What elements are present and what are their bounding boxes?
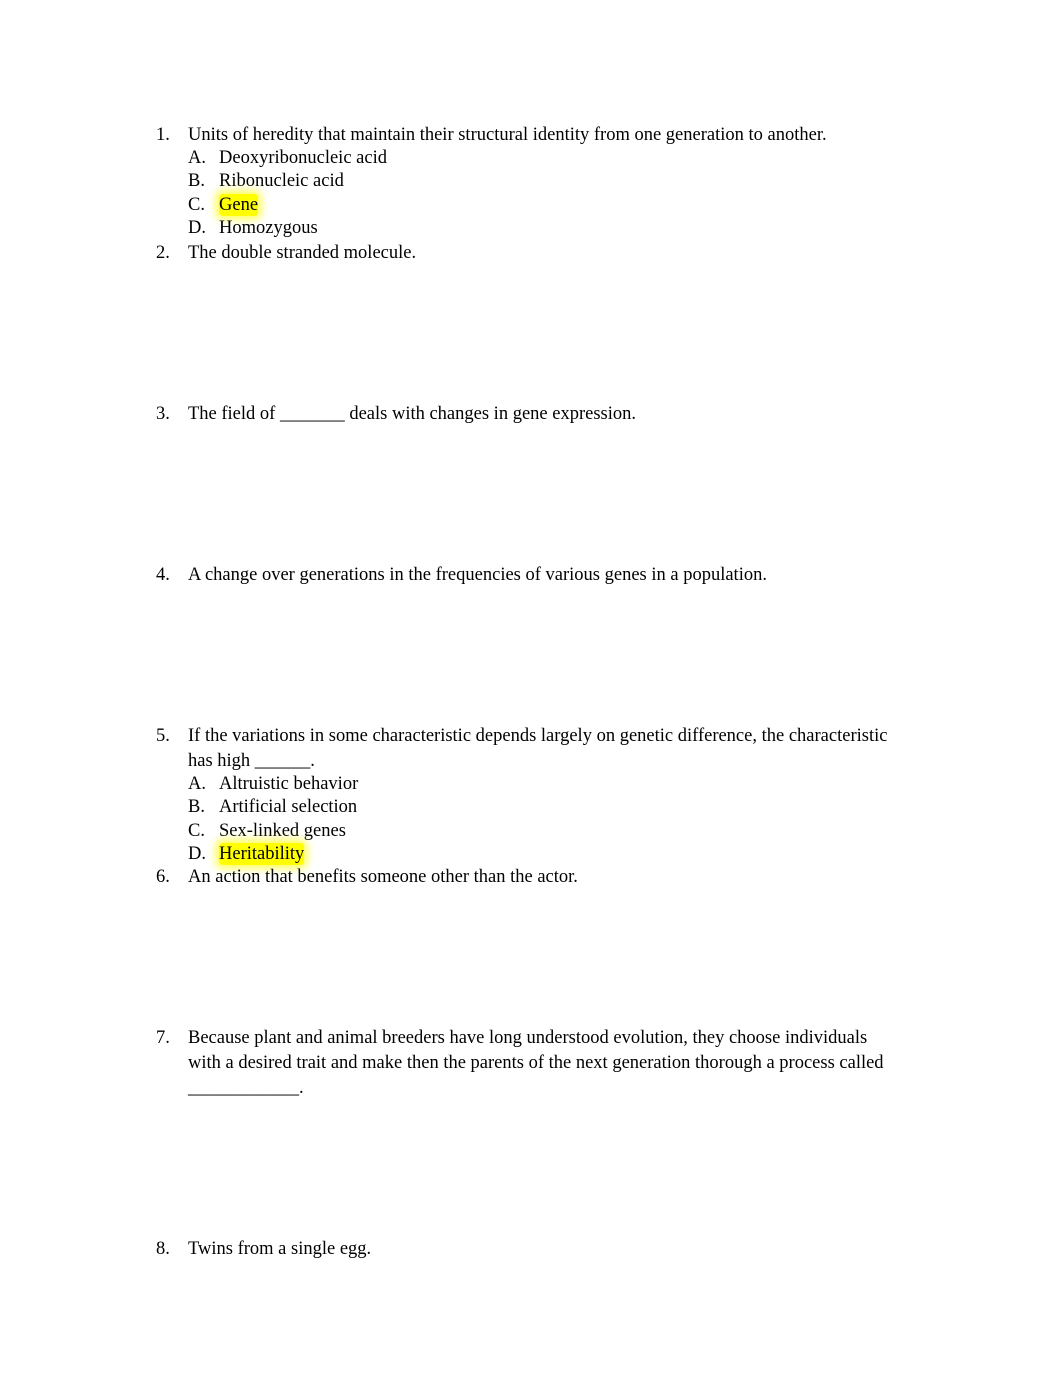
option-text: Altruistic behavior: [219, 774, 359, 794]
question-text: If the variations in some characteristic…: [188, 726, 888, 746]
question-number: 2.: [156, 243, 170, 263]
question-number: 8.: [156, 1239, 170, 1259]
option-text: Ribonucleic acid: [219, 171, 344, 191]
question-number: 5.: [156, 726, 170, 746]
option-letter: C.: [188, 195, 205, 215]
option-text: Deoxyribonucleic acid: [219, 148, 387, 168]
question-number: 3.: [156, 404, 170, 424]
option-text: Sex-linked genes: [219, 821, 346, 841]
question-text: An action that benefits someone other th…: [188, 867, 578, 887]
option-text: Artificial selection: [219, 797, 358, 817]
option-text: Homozygous: [219, 218, 318, 238]
option-text-highlighted: Gene: [219, 194, 259, 216]
option-text-highlighted: Heritability: [219, 843, 305, 865]
option-letter: D.: [188, 844, 206, 864]
option-letter: A.: [188, 774, 206, 794]
question-number: 6.: [156, 867, 170, 887]
option-letter: B.: [188, 797, 205, 817]
option-letter: D.: [188, 218, 206, 238]
question-text: The double stranded molecule.: [188, 243, 417, 263]
option-letter: A.: [188, 148, 206, 168]
question-number: 1.: [156, 125, 170, 145]
option-letter: C.: [188, 821, 205, 841]
question-text: with a desired trait and make then the p…: [188, 1053, 884, 1073]
question-text: A change over generations in the frequen…: [188, 565, 767, 585]
question-number: 4.: [156, 565, 170, 585]
option-letter: B.: [188, 171, 205, 191]
question-number: 7.: [156, 1028, 170, 1048]
question-text: ____________.: [188, 1078, 304, 1098]
question-text: The field of _______ deals with changes …: [188, 404, 636, 424]
question-text: Twins from a single egg.: [188, 1239, 372, 1259]
question-text: Because plant and animal breeders have l…: [188, 1028, 868, 1048]
question-text: has high ______.: [188, 751, 315, 771]
question-text: Units of heredity that maintain their st…: [188, 125, 827, 145]
